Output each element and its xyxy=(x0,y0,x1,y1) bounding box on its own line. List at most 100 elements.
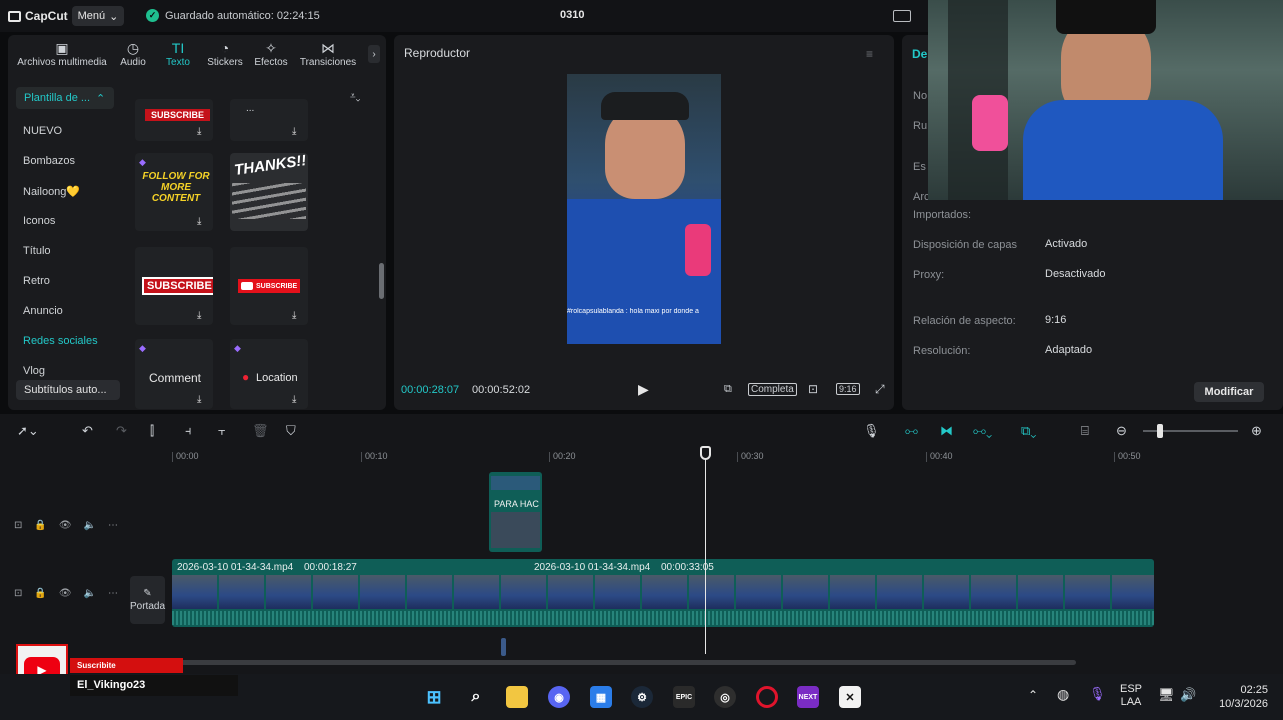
zoom-out-icon[interactable]: ⊖ xyxy=(1116,423,1127,439)
microphone-tray-icon[interactable]: 🎙 xyxy=(1089,686,1106,702)
playhead-line[interactable] xyxy=(705,454,706,654)
split-right-icon[interactable]: ⫟ xyxy=(218,423,226,439)
timeline-marker[interactable] xyxy=(501,638,506,656)
volume-icon[interactable]: 🔊 xyxy=(1180,687,1196,703)
marker-icon[interactable]: ⛉ xyxy=(286,423,296,439)
aspect-ratio-label: Relación de aspecto: xyxy=(913,315,1016,327)
next-app-icon[interactable]: NEXT xyxy=(797,686,819,708)
link-main-track-icon[interactable]: ⧟ xyxy=(905,423,918,439)
zoom-slider-thumb[interactable] xyxy=(1157,424,1163,438)
tab-stickers[interactable]: ◔ Stickers xyxy=(204,39,246,68)
overlay-clip[interactable]: PARA HAC xyxy=(489,472,542,552)
redo-icon[interactable]: ↷ xyxy=(116,423,127,439)
steam-icon[interactable]: ⚙ xyxy=(631,686,653,708)
tab-transitions[interactable]: ⋈ Transiciones xyxy=(296,39,360,68)
fit-mode-button[interactable]: Completa xyxy=(748,383,797,396)
crop-icon[interactable]: ⧉ xyxy=(724,383,732,396)
template-card[interactable]: SUBSCRIBE ⤓ xyxy=(135,99,213,141)
capcut-taskbar-icon[interactable]: ✕ xyxy=(839,686,861,708)
download-icon[interactable]: ⤓ xyxy=(197,395,207,405)
delete-icon[interactable]: 🗑 xyxy=(252,423,269,439)
menu-button[interactable]: Menú ⌄ xyxy=(72,6,124,26)
eye-icon[interactable]: 👁 xyxy=(59,520,72,531)
zoom-fit-icon[interactable]: ⊡ xyxy=(808,382,818,396)
microphone-icon[interactable]: 🎙 xyxy=(863,423,880,439)
play-icon[interactable]: ▶ xyxy=(638,381,649,398)
sidebar-item-redes-sociales[interactable]: Redes sociales xyxy=(23,335,98,347)
magnet-icon[interactable]: ⧓ xyxy=(940,423,953,439)
speaker-icon[interactable]: 🔈 xyxy=(84,588,96,599)
undo-icon[interactable]: ↶ xyxy=(82,423,93,439)
template-card[interactable]: THANKS!! xyxy=(230,153,308,231)
file-explorer-icon[interactable] xyxy=(506,686,528,708)
more-icon[interactable]: ⋯ xyxy=(108,520,118,531)
download-icon[interactable]: ⤓ xyxy=(197,217,207,227)
playhead-handle[interactable] xyxy=(700,446,711,460)
obs-icon[interactable]: ◎ xyxy=(714,686,736,708)
eye-icon[interactable]: 👁 xyxy=(59,588,72,599)
linkage-icon[interactable]: ⧟⌄ xyxy=(973,423,992,439)
clip-thumbnail xyxy=(595,575,641,609)
layout-icon[interactable] xyxy=(893,10,911,22)
sidebar-item-iconos[interactable]: Iconos xyxy=(23,215,55,227)
store-icon[interactable]: ▦ xyxy=(590,686,612,708)
steam-tray-icon[interactable]: ◍ xyxy=(1057,686,1069,703)
auto-subtitles-button[interactable]: Subtítulos auto... xyxy=(16,380,120,400)
hamburger-menu-icon[interactable]: ≡ xyxy=(866,47,873,61)
tab-text[interactable]: TI Texto xyxy=(161,39,195,68)
tab-audio[interactable]: ◷ Audio xyxy=(116,39,150,68)
template-card[interactable]: ◆ FOLLOW FOR MORE CONTENT ⤓ xyxy=(135,153,213,231)
modify-button[interactable]: Modificar xyxy=(1194,382,1264,402)
more-icon[interactable]: ⋯ xyxy=(108,588,118,599)
sidebar-item-nuevo[interactable]: NUEVO xyxy=(23,125,62,137)
select-tool-icon[interactable]: ➚⌄ xyxy=(17,423,39,439)
filter-icon[interactable]: ⩡⌄ xyxy=(350,91,360,102)
fit-timeline-icon[interactable]: ⌸ xyxy=(1081,423,1089,439)
sidebar-item-nailoong[interactable]: Nailoong💛 xyxy=(23,185,80,198)
sidebar-item-anuncio[interactable]: Anuncio xyxy=(23,305,63,317)
windows-start-icon[interactable]: ⊞ xyxy=(423,686,445,708)
template-card[interactable]: SUBSCRIBE ⤓ xyxy=(135,247,213,325)
sidebar-item-titulo[interactable]: Título xyxy=(23,245,51,257)
sidebar-item-vlog[interactable]: Vlog xyxy=(23,365,45,377)
discord-icon[interactable]: ◉ xyxy=(548,686,570,708)
cover-button[interactable]: ✎ Portada xyxy=(130,576,165,624)
aspect-ratio-button[interactable]: 9:16 xyxy=(836,383,860,395)
download-icon[interactable]: ⤓ xyxy=(292,127,302,137)
split-left-icon[interactable]: ⫞ xyxy=(185,423,192,439)
search-icon[interactable]: ⌕ xyxy=(465,686,487,708)
download-icon[interactable]: ⤓ xyxy=(292,395,302,405)
zoom-in-icon[interactable]: ⊕ xyxy=(1251,423,1262,439)
lock-icon[interactable]: 🔒 xyxy=(34,588,46,599)
download-icon[interactable]: ⤓ xyxy=(197,311,207,321)
download-icon[interactable]: ⤓ xyxy=(292,311,302,321)
main-video-clip[interactable]: 2026-03-10 01-34-34.mp4 00:00:18:27 2026… xyxy=(172,559,1154,627)
template-card[interactable]: SUBSCRIBE ⤓ xyxy=(230,247,308,325)
sidebar-item-bombazos[interactable]: Bombazos xyxy=(23,155,75,167)
template-card[interactable]: ◆ ● Location ⤓ xyxy=(230,339,308,409)
tab-media[interactable]: ▣ Archivos multimedia xyxy=(12,39,112,68)
split-icon[interactable]: ⫿ xyxy=(150,423,154,439)
premium-gem-icon: ◆ xyxy=(139,157,146,167)
chevron-right-icon[interactable]: › xyxy=(368,45,380,63)
panel-scrollbar[interactable] xyxy=(379,263,384,299)
timeline-scrollbar[interactable] xyxy=(170,660,1076,665)
template-card[interactable]: ◆ Comment ⤓ xyxy=(135,339,213,409)
tab-effects[interactable]: ✧ Efectos xyxy=(252,39,290,68)
clock[interactable]: 02:25 10/3/2026 xyxy=(1206,683,1268,711)
sidebar-item-retro[interactable]: Retro xyxy=(23,275,50,287)
template-card[interactable]: ... ⤓ xyxy=(230,99,308,141)
category-dropdown[interactable]: Plantilla de ... ⌃ xyxy=(16,87,114,109)
download-icon[interactable]: ⤓ xyxy=(197,127,207,137)
opera-gx-icon[interactable] xyxy=(756,686,778,708)
proxy-value: Desactivado xyxy=(1045,268,1106,280)
chevron-up-icon[interactable]: ⌃ xyxy=(1028,688,1038,702)
epic-games-icon[interactable]: EPIC xyxy=(673,686,695,708)
lock-icon[interactable]: 🔒 xyxy=(34,520,46,531)
speaker-icon[interactable]: 🔈 xyxy=(84,520,96,531)
language-indicator[interactable]: ESP LAA xyxy=(1118,683,1144,709)
network-icon[interactable]: 🖥 xyxy=(1158,687,1175,703)
fullscreen-icon[interactable]: ⤢ xyxy=(875,382,885,397)
video-preview[interactable]: #rolcapsulablanda : hola maxi por donde … xyxy=(567,74,721,344)
preview-axis-icon[interactable]: ⧉⌄ xyxy=(1021,423,1036,439)
